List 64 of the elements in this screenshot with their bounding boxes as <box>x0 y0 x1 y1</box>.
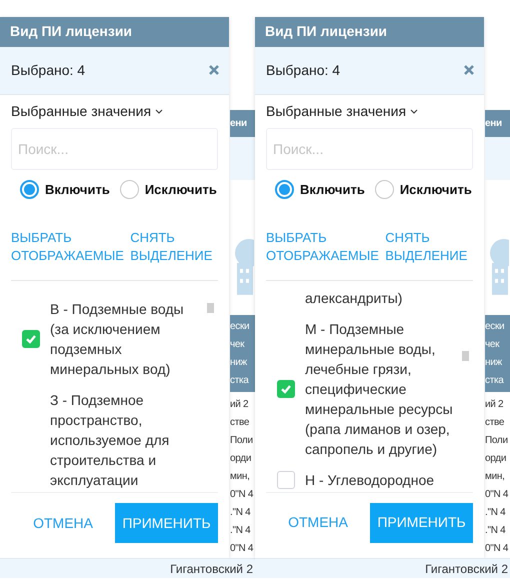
column-header: ени <box>230 116 247 131</box>
table-cell-text: ."N 4 <box>485 524 506 538</box>
table-cell-text: ."N 4 <box>230 524 252 538</box>
chevron-down-icon[interactable] <box>155 109 164 114</box>
group-text: стка <box>230 374 250 388</box>
option-label[interactable]: Н - Углеводородное <box>305 470 455 490</box>
group-text: стка <box>485 374 505 388</box>
group-text: ески <box>485 320 506 334</box>
column-header: ени <box>485 116 502 131</box>
table-cell-text: ."N 4 <box>230 506 252 520</box>
table-cell-text: ий 2 <box>485 398 504 412</box>
close-icon[interactable] <box>464 65 474 76</box>
table-cell-text: Гигантовский 2 <box>425 560 508 578</box>
table-cell-text: орди <box>230 452 252 466</box>
check-icon <box>280 382 292 395</box>
section-label[interactable]: Выбранные значения <box>266 101 406 122</box>
radio-label[interactable]: Включить <box>45 180 110 200</box>
selected-count: Выбрано: 4 <box>11 60 86 80</box>
scrollbar-thumb[interactable] <box>207 302 214 313</box>
table-cell-text: 0"N 4 <box>230 488 254 502</box>
table-cell-text: Поли <box>485 434 509 448</box>
radio-button[interactable] <box>275 180 294 200</box>
table-cell-text: 0"N 4 <box>230 542 254 556</box>
popup-title: Вид ПИ лицензии <box>10 22 132 42</box>
radio-label[interactable]: Исключить <box>144 180 217 200</box>
table-cell-text: орди <box>485 452 508 466</box>
table-cell-text: мин, <box>485 470 506 484</box>
table-cell-text: 0"N 4 <box>485 542 510 556</box>
table-cell-text: 0"N 4 <box>485 488 510 502</box>
table-cell-text: стве <box>485 416 506 430</box>
radio-label[interactable]: Исключить <box>400 180 472 200</box>
table-cell-text: стве <box>230 416 250 430</box>
radio-button[interactable] <box>20 180 39 200</box>
table-cell-text: ий 2 <box>230 398 250 412</box>
group-text: чек <box>230 338 246 352</box>
group-text: ниж <box>485 356 503 370</box>
scrollbar-thumb[interactable] <box>462 350 469 361</box>
table-cell-text: Поли <box>230 434 254 448</box>
table-cell-text: ."N 4 <box>485 506 506 520</box>
radio-button[interactable] <box>374 180 394 200</box>
checkbox[interactable] <box>277 470 295 489</box>
table-filter-cell <box>230 136 255 180</box>
search-field[interactable]: Поиск... <box>11 128 218 170</box>
check-icon <box>25 332 37 345</box>
popup-title: Вид ПИ лицензии <box>265 22 388 42</box>
section-label[interactable]: Выбранные значения <box>11 101 152 122</box>
table-cell-text: Гигантовский 2 <box>170 560 253 578</box>
search-field[interactable]: Поиск... <box>266 128 473 170</box>
radio-button[interactable] <box>120 180 139 200</box>
option-label[interactable]: З - Подземное пространство, используемое для строительства и эксплуатации <box>50 390 200 490</box>
selected-count: Выбрано: 4 <box>266 60 340 80</box>
radio-label[interactable]: Включить <box>300 180 365 200</box>
option-label[interactable]: М - Подземные минеральные воды, лечебные грязи, специфические минеральные ресурсы (рапа лиманов и озер, сапропель и другие) <box>305 318 455 459</box>
checkbox[interactable] <box>22 330 40 348</box>
table-cell-text: мин, <box>230 470 251 484</box>
close-icon[interactable] <box>209 65 219 76</box>
option-label[interactable]: александриты) <box>305 288 455 308</box>
option-label[interactable]: В - Подземные воды (за исключением подземных минеральных вод) <box>50 298 200 379</box>
table-filter-cell <box>485 136 510 180</box>
checkbox[interactable] <box>277 380 295 398</box>
group-text: ески <box>230 320 250 334</box>
chevron-down-icon[interactable] <box>410 109 418 114</box>
group-text: чек <box>485 338 500 352</box>
group-text: ниж <box>230 356 248 370</box>
